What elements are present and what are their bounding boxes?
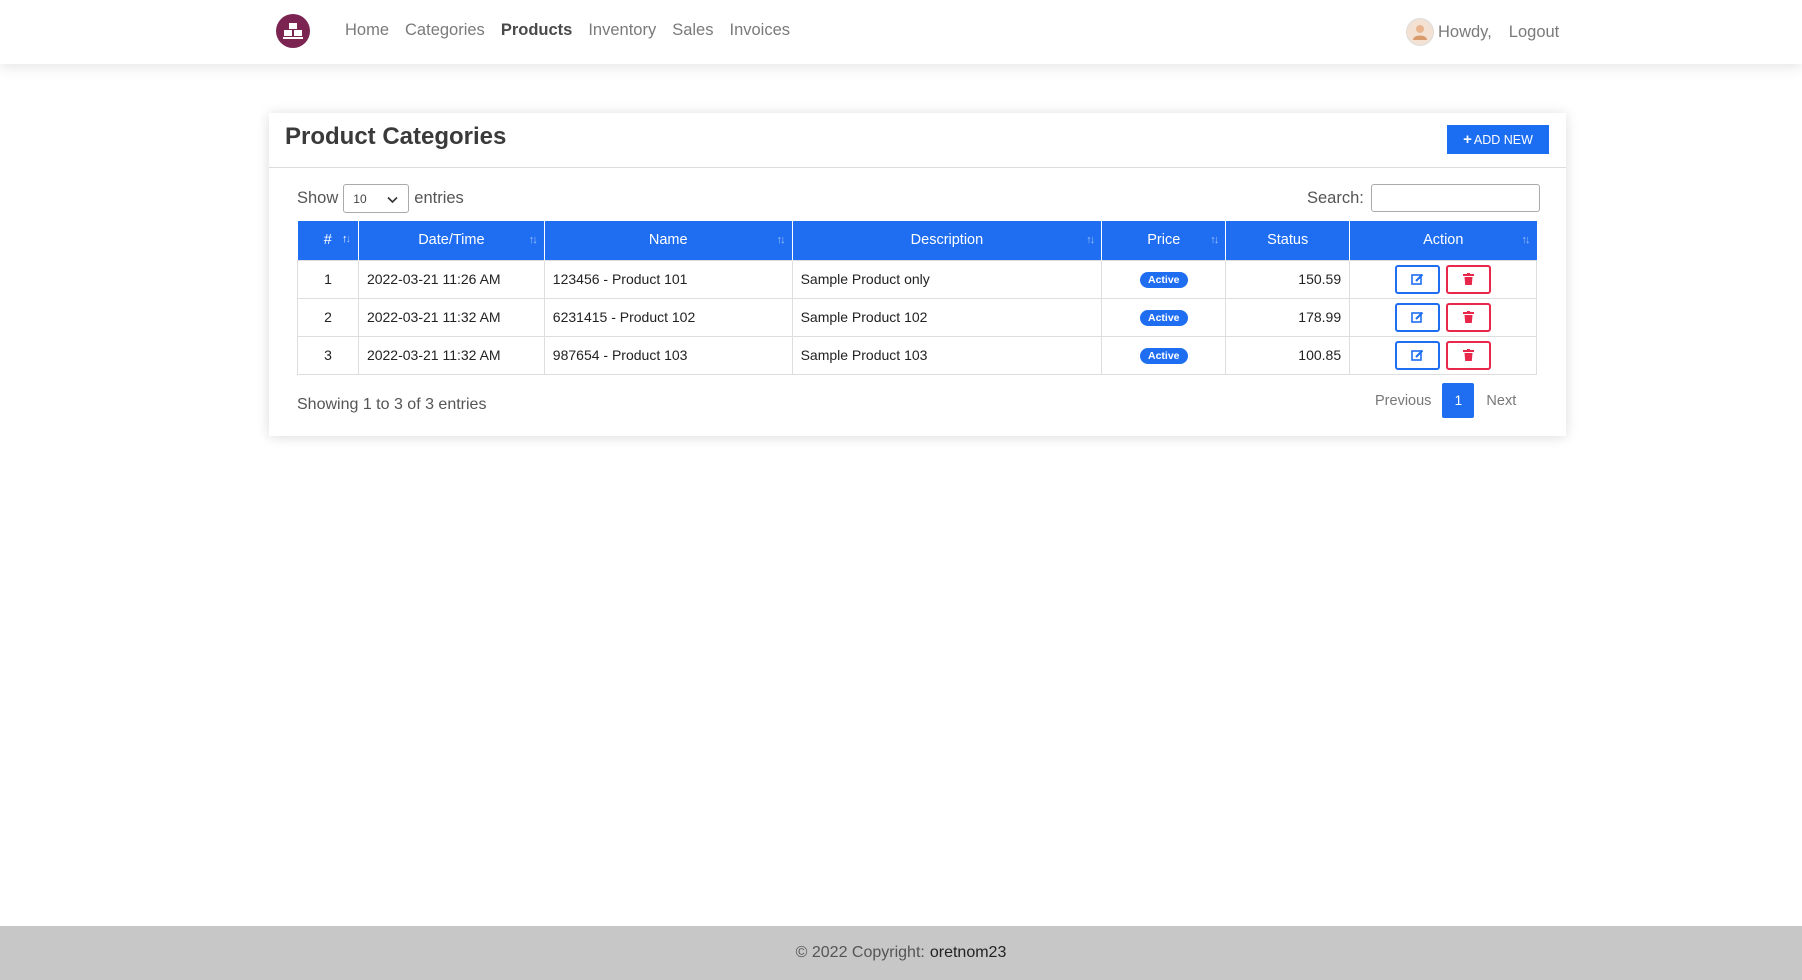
cell-number: 1 [297,259,359,299]
edit-icon [1411,273,1424,285]
trash-icon [1463,273,1474,285]
cell-amount: 100.85 [1225,335,1351,375]
cell-name: 123456 - Product 101 [543,259,793,299]
cell-datetime: 2022-03-21 11:26 AM [357,259,545,299]
entries-label: entries [414,189,464,207]
cell-description: Sample Product 102 [791,297,1103,337]
previous-page-button[interactable]: Previous [1375,393,1431,409]
col-header-status[interactable]: Status [1225,221,1351,260]
cell-amount: 178.99 [1225,297,1351,337]
edit-button[interactable] [1395,302,1441,332]
col-header-number[interactable]: # ↑↓ [297,221,359,260]
cell-amount: 150.59 [1225,259,1351,299]
col-header-description[interactable]: Description ↑↓ [792,221,1103,260]
search-input[interactable] [1370,184,1540,212]
cell-number: 2 [297,297,359,337]
nav-products[interactable]: Products [501,21,573,40]
table-row: 1 2022-03-21 11:26 AM 123456 - Product 1… [297,259,1537,299]
top-navbar: Home Categories Products Inventory Sales… [0,0,1802,64]
products-table: # ↑↓ Date/Time ↑↓ Name ↑↓ Description ↑↓ Pri… [297,221,1537,375]
sort-icon: ↑↓ [341,233,351,245]
main-nav: Home Categories Products Inventory Sales… [345,21,806,40]
cell-name: 6231415 - Product 102 [543,297,793,337]
user-avatar-icon[interactable] [1406,18,1434,46]
cell-description: Sample Product 103 [791,335,1103,375]
edit-icon [1411,311,1424,323]
sort-icon: ↑↓ [776,234,786,246]
col-header-price[interactable]: Price ↑↓ [1101,221,1227,260]
entries-select-value: 10 [353,191,367,206]
trash-icon [1463,311,1474,323]
sort-icon: ↑↓ [1086,234,1095,246]
cell-badge: Active [1101,297,1227,337]
delete-button[interactable] [1446,340,1491,370]
page-1-button[interactable]: 1 [1442,383,1475,418]
status-badge: Active [1139,310,1188,326]
cell-name: 987654 - Product 103 [543,335,793,375]
copyright-text: © 2022 Copyright: [795,944,925,961]
trash-icon [1463,349,1474,361]
status-badge: Active [1139,348,1188,364]
edit-icon [1411,349,1424,361]
status-badge: Active [1139,272,1188,288]
table-info: Showing 1 to 3 of 3 entries [297,396,487,413]
table-search: Search: [1307,184,1540,212]
nav-sales[interactable]: Sales [672,21,713,40]
user-menu: Howdy, Logout [1406,18,1559,46]
col-header-datetime[interactable]: Date/Time ↑↓ [358,221,545,260]
cell-datetime: 2022-03-21 11:32 AM [357,297,545,337]
delete-button[interactable] [1446,302,1491,332]
cell-actions [1349,335,1537,375]
pagination: Previous 1 Next [1375,383,1516,418]
nav-inventory[interactable]: Inventory [588,21,656,40]
cell-number: 3 [297,335,359,375]
cell-actions [1349,259,1537,299]
greeting-text: Howdy, [1438,22,1492,41]
page-title: Product Categories [285,123,507,150]
add-new-label: ADD NEW [1473,132,1533,147]
plus-icon: + [1463,131,1472,148]
cell-badge: Active [1101,335,1227,375]
logout-link[interactable]: Logout [1509,23,1559,42]
search-label: Search: [1307,188,1364,207]
sort-icon: ↑↓ [1521,234,1531,246]
card-header: Product Categories + ADD NEW [269,113,1566,168]
delete-button[interactable] [1446,264,1491,294]
cell-badge: Active [1101,259,1227,299]
edit-button[interactable] [1395,264,1441,294]
store-logo-icon[interactable] [276,14,310,48]
cell-description: Sample Product only [791,259,1103,299]
nav-categories[interactable]: Categories [405,21,485,40]
copyright-owner: oretnom23 [929,944,1007,961]
cell-actions [1349,297,1537,337]
col-header-action[interactable]: Action ↑↓ [1349,221,1537,260]
table-row: 3 2022-03-21 11:32 AM 987654 - Product 1… [297,335,1537,375]
sort-icon: ↑↓ [528,234,538,246]
footer: © 2022 Copyright: oretnom23 [0,926,1802,980]
col-header-name[interactable]: Name ↑↓ [544,221,793,260]
table-row: 2 2022-03-21 11:32 AM 6231415 - Product … [297,297,1537,337]
nav-invoices[interactable]: Invoices [729,21,790,40]
product-card: Product Categories + ADD NEW Show 10 ent… [269,113,1566,436]
next-page-button[interactable]: Next [1486,393,1516,409]
edit-button[interactable] [1395,340,1441,370]
entries-select[interactable]: 10 [343,184,410,213]
chevron-down-icon [387,193,398,207]
add-new-button[interactable]: + ADD NEW [1447,125,1549,154]
sort-icon: ↑↓ [1210,234,1219,246]
show-label: Show [297,189,339,207]
table-header-row: # ↑↓ Date/Time ↑↓ Name ↑↓ Description ↑↓ Pri… [297,221,1537,260]
nav-home[interactable]: Home [345,21,389,40]
cell-datetime: 2022-03-21 11:32 AM [357,335,545,375]
entries-length-control: Show 10 entries [297,184,464,213]
